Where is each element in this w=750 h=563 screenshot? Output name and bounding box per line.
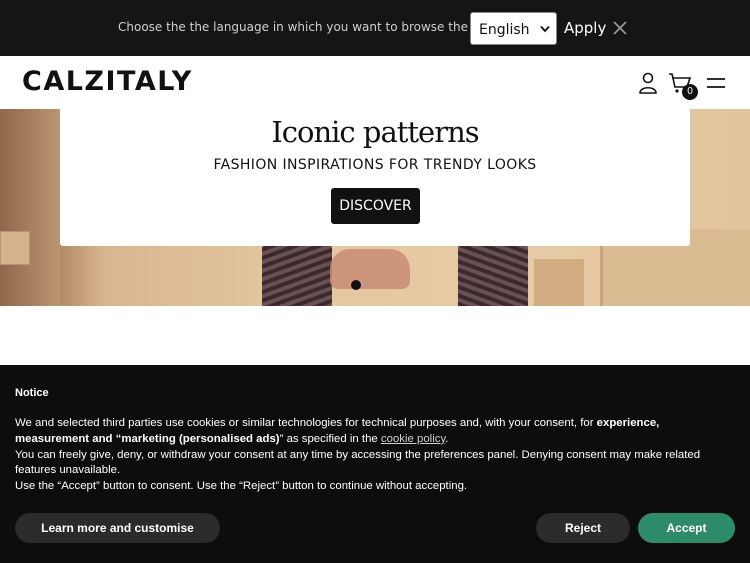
close-icon[interactable] — [612, 20, 628, 36]
user-icon[interactable] — [638, 72, 658, 94]
cookie-text-period: . — [445, 432, 449, 445]
menu-icon[interactable] — [707, 76, 725, 90]
language-prompt: Choose the the language in which you wan… — [118, 20, 498, 34]
discover-button[interactable]: DISCOVER — [331, 188, 420, 224]
language-select[interactable]: English — [470, 12, 557, 45]
hero-subtitle: FASHION INSPIRATIONS FOR TRENDY LOOKS — [213, 157, 537, 173]
hero-image-panel — [0, 231, 30, 265]
hero-image-shadow — [0, 109, 60, 306]
cookie-policy-link[interactable]: cookie policy — [381, 433, 445, 445]
learn-more-button[interactable]: Learn more and customise — [15, 513, 220, 543]
cookie-notice-title: Notice — [15, 387, 49, 399]
carousel-dot[interactable] — [351, 280, 361, 290]
language-select-value: English — [479, 22, 530, 38]
site-logo[interactable]: CALZITALY — [22, 66, 193, 97]
cookie-notice-text: We and selected third parties use cookie… — [15, 416, 735, 495]
hero-image-box — [534, 259, 584, 306]
accept-button[interactable]: Accept — [638, 513, 735, 543]
cookie-text-intro: We and selected third parties use cookie… — [15, 417, 597, 429]
chevron-down-icon — [540, 25, 550, 33]
cookie-text-instructions: Use the “Accept” button to consent. Use … — [15, 480, 468, 493]
cookie-text-specified: ” as specified in the — [279, 432, 381, 445]
language-bar: Choose the the language in which you wan… — [0, 0, 750, 56]
hero-card: Iconic patterns FASHION INSPIRATIONS FOR… — [60, 109, 690, 246]
cookie-text-consent: You can freely give, deny, or withdraw y… — [15, 448, 701, 477]
hero-image-hand — [330, 249, 410, 289]
hero-title: Iconic patterns — [271, 115, 479, 149]
site-header: CALZITALY — [0, 56, 750, 109]
hero-image-leg — [458, 239, 528, 306]
apply-button[interactable]: Apply — [564, 19, 606, 37]
hero-image-leg — [262, 239, 332, 306]
reject-button[interactable]: Reject — [536, 513, 630, 543]
cookie-notice: Notice We and selected third parties use… — [0, 365, 750, 563]
cart-count-badge: 0 — [682, 84, 698, 100]
